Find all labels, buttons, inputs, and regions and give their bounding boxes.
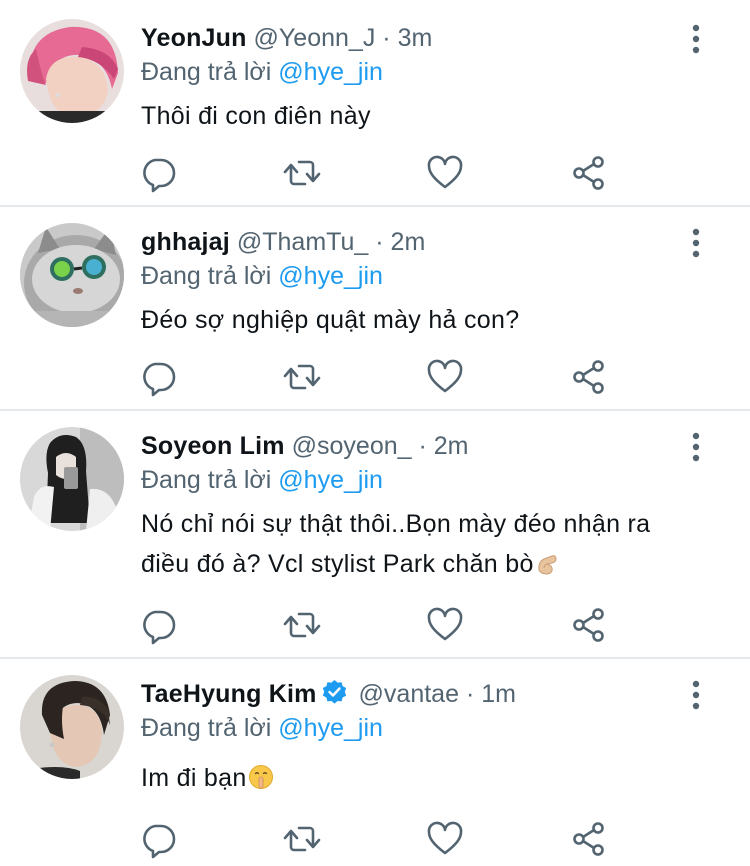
tweet-text: Im đi bạn [141, 758, 726, 798]
share-button[interactable] [569, 605, 609, 645]
like-button[interactable] [425, 153, 465, 193]
tweet-item[interactable]: ghhajaj @ThamTu_ · 2m Đang trả lời @hye_… [0, 207, 750, 409]
user-handle[interactable]: @soyeon_ [292, 432, 412, 460]
retweet-icon [283, 826, 321, 852]
heart-icon [427, 607, 463, 641]
timestamp[interactable]: 3m [398, 24, 433, 52]
user-handle[interactable]: @vantae [359, 680, 459, 708]
reply-button[interactable] [138, 819, 178, 859]
retweet-button[interactable] [282, 819, 322, 859]
avatar-cat-with-sunglasses-icon [20, 223, 124, 327]
share-button[interactable] [569, 357, 609, 397]
avatar[interactable] [20, 19, 124, 123]
tweet-text: Nó chỉ nói sự thật thôi..Bọn mày đéo nhậ… [141, 504, 726, 584]
retweet-icon [283, 612, 321, 638]
more-vertical-icon [692, 228, 700, 258]
replying-to: Đang trả lời @hye_jin [141, 56, 383, 88]
replying-to-handle[interactable]: @hye_jin [278, 714, 383, 742]
tweet-text: Đéo sợ nghiệp quật mày hả con? [141, 300, 726, 340]
tweet-text-line: Nó chỉ nói sự thật thôi..Bọn mày đéo nhậ… [141, 510, 651, 538]
display-name[interactable]: TaeHyung Kim [141, 680, 317, 708]
more-vertical-icon [692, 24, 700, 54]
tweet-text-line: Thôi đi con điên này [141, 102, 371, 130]
separator-dot: · [465, 680, 475, 708]
avatar-pink-hair-person-icon [20, 19, 124, 123]
replying-to-handle[interactable]: @hye_jin [278, 466, 383, 494]
tweet-header: Soyeon Lim @soyeon_ · 2m [141, 429, 469, 463]
pinching-hand-emoji-icon [538, 555, 557, 575]
avatar-mirror-selfie-icon [20, 427, 124, 531]
replying-to: Đang trả lời @hye_jin [141, 260, 383, 292]
avatar-dark-hair-person-icon [20, 675, 124, 779]
tweet-item[interactable]: Soyeon Lim @soyeon_ · 2m Đang trả lời @h… [0, 411, 750, 657]
tweet-text-line: điều đó à? Vcl stylist Park chăn bò [141, 550, 534, 578]
more-vertical-icon [692, 680, 700, 710]
more-options-button[interactable] [684, 430, 708, 464]
tweet-text-line: Đéo sợ nghiệp quật mày hả con? [141, 306, 520, 334]
more-options-button[interactable] [684, 678, 708, 712]
tweet-text-line-with-emoji: điều đó à? Vcl stylist Park chăn bò [141, 544, 726, 584]
retweet-button[interactable] [282, 357, 322, 397]
reply-button[interactable] [138, 605, 178, 645]
like-button[interactable] [425, 605, 465, 645]
separator-dot: · [418, 432, 427, 460]
heart-icon [427, 155, 463, 189]
retweet-icon [283, 160, 321, 186]
like-button[interactable] [425, 819, 465, 859]
replying-to-handle[interactable]: @hye_jin [278, 58, 383, 86]
avatar[interactable] [20, 223, 124, 327]
reply-icon [143, 158, 176, 193]
replying-to-label: Đang trả lời [141, 262, 272, 290]
retweet-icon [283, 364, 321, 390]
avatar[interactable] [20, 675, 124, 779]
verified-badge-icon [322, 680, 346, 704]
share-icon [573, 156, 604, 190]
display-name[interactable]: ghhajaj [141, 228, 230, 256]
replying-to-handle[interactable]: @hye_jin [278, 262, 383, 290]
more-vertical-icon [692, 432, 700, 462]
display-name[interactable]: YeonJun [141, 24, 247, 52]
replying-to-label: Đang trả lời [141, 58, 272, 86]
timestamp[interactable]: 1m [481, 680, 516, 708]
tweet-text-line: Im đi bạn [141, 764, 247, 792]
more-options-button[interactable] [684, 22, 708, 56]
replying-to-label: Đang trả lời [141, 466, 272, 494]
tweet-item[interactable]: TaeHyung Kim @vantae · 1m Đang trả lời @… [0, 659, 750, 866]
reply-icon [143, 824, 176, 859]
display-name[interactable]: Soyeon Lim [141, 432, 285, 460]
reply-icon [143, 362, 176, 397]
reply-icon [143, 610, 176, 645]
tweet-header: TaeHyung Kim @vantae · 1m [141, 677, 516, 711]
shushing-face-emoji-icon [248, 765, 273, 789]
retweet-button[interactable] [282, 153, 322, 193]
timestamp[interactable]: 2m [434, 432, 469, 460]
avatar[interactable] [20, 427, 124, 531]
share-icon [573, 608, 604, 642]
separator-dot: · [382, 24, 391, 52]
user-handle[interactable]: @ThamTu_ [237, 228, 368, 256]
tweet-text: Thôi đi con điên này [141, 96, 726, 136]
tweet-header: ghhajaj @ThamTu_ · 2m [141, 225, 425, 259]
share-icon [573, 822, 604, 856]
retweet-button[interactable] [282, 605, 322, 645]
replying-to-label: Đang trả lời [141, 714, 272, 742]
replying-to: Đang trả lời @hye_jin [141, 712, 383, 744]
reply-button[interactable] [138, 357, 178, 397]
heart-icon [427, 821, 463, 855]
timestamp[interactable]: 2m [391, 228, 426, 256]
share-button[interactable] [569, 819, 609, 859]
more-options-button[interactable] [684, 226, 708, 260]
tweet-item[interactable]: YeonJun @Yeonn_J · 3m Đang trả lời @hye_… [0, 0, 750, 206]
heart-icon [427, 359, 463, 393]
separator-dot: · [375, 228, 384, 256]
like-button[interactable] [425, 357, 465, 397]
replying-to: Đang trả lời @hye_jin [141, 464, 383, 496]
share-button[interactable] [569, 153, 609, 193]
user-handle[interactable]: @Yeonn_J [254, 24, 376, 52]
tweet-header: YeonJun @Yeonn_J · 3m [141, 21, 432, 55]
share-icon [573, 360, 604, 394]
reply-button[interactable] [138, 153, 178, 193]
